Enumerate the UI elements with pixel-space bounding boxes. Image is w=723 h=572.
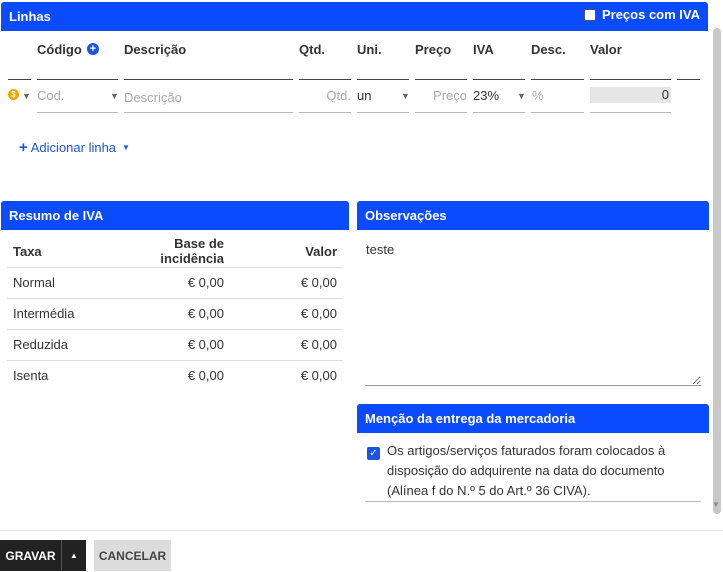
footer-bar: GRAVAR ▲ CANCELAR [0, 530, 723, 572]
input-underline [531, 112, 584, 113]
iva-chevron-down-icon[interactable]: ▼ [517, 91, 526, 101]
iva-summary-title: Resumo de IVA [9, 208, 104, 223]
line-type-coin-icon[interactable]: $ [8, 89, 19, 100]
observacoes-textarea[interactable] [365, 236, 701, 386]
qtd-input[interactable]: Qtd. [299, 88, 351, 103]
codigo-chevron-down-icon[interactable]: ▼ [110, 91, 119, 101]
codigo-input[interactable]: Cod. [37, 88, 64, 103]
precos-com-iva-label: Preços com IVA [601, 7, 700, 22]
precos-com-iva-checkbox[interactable] [583, 8, 596, 21]
plus-icon: + [19, 139, 28, 156]
iva-summary-table: Taxa Base de incidência Valor Normal € 0… [7, 236, 343, 391]
col-header-uni: Uni. [357, 42, 382, 57]
mencao-title: Menção da entrega da mercadoria [365, 411, 576, 426]
uni-select[interactable]: un [357, 88, 371, 103]
col-header-valor: Valor [590, 42, 622, 57]
input-underline [473, 112, 525, 113]
col-header-taxa: Taxa [7, 236, 102, 268]
taxa-cell: Reduzida [7, 329, 102, 361]
lines-panel-header: Linhas Preços com IVA [1, 2, 708, 31]
lines-panel-title: Linhas [9, 9, 51, 24]
input-underline [37, 112, 118, 113]
col-header-preco: Preço [415, 42, 452, 57]
header-underline [37, 79, 118, 80]
header-underline [124, 79, 293, 80]
col-header-iva: IVA [473, 42, 494, 57]
input-underline [124, 112, 293, 113]
cancelar-button[interactable]: CANCELAR [94, 540, 171, 571]
col-header-valor: Valor [230, 236, 343, 268]
base-cell: € 0,00 [102, 329, 230, 361]
header-underline [677, 79, 700, 80]
header-underline [531, 79, 584, 80]
caret-down-icon: ▼ [122, 143, 130, 152]
taxa-cell: Intermédia [7, 298, 102, 330]
table-row: Isenta € 0,00 € 0,00 [7, 360, 343, 391]
valor-cell: € 0,00 [300, 368, 337, 384]
base-cell: € 0,00 [102, 298, 230, 330]
descricao-input[interactable]: Descrição [124, 90, 182, 105]
scrollbar-thumb[interactable] [713, 28, 721, 514]
input-underline [299, 112, 351, 113]
col-header-descricao: Descrição [124, 42, 187, 57]
add-line-label: Adicionar linha [30, 140, 117, 155]
uni-chevron-down-icon[interactable]: ▼ [401, 91, 410, 101]
table-row: Intermédia € 0,00 € 0,00 [7, 298, 343, 330]
iva-select[interactable]: 23% [473, 88, 499, 103]
taxa-cell: Isenta [13, 368, 49, 384]
input-underline [357, 112, 409, 113]
add-line-button[interactable]: + Adicionar linha ▼ [19, 139, 130, 156]
table-row: Normal € 0,00 € 0,00 [7, 267, 343, 299]
col-header-codigo: Código [37, 42, 82, 57]
base-cell: € 0,00 [187, 368, 224, 384]
table-row: Reduzida € 0,00 € 0,00 [7, 329, 343, 361]
header-underline [590, 79, 671, 80]
mencao-underline [365, 501, 701, 502]
line-type-chevron-down-icon[interactable]: ▼ [22, 91, 31, 101]
preco-input[interactable]: Preço [415, 88, 467, 103]
precos-com-iva-toggle[interactable]: Preços com IVA [583, 7, 700, 22]
mencao-checkbox[interactable]: ✓ [367, 447, 380, 460]
add-product-icon[interactable]: + [87, 43, 99, 55]
header-underline [415, 79, 467, 80]
iva-summary-header: Resumo de IVA [1, 201, 349, 230]
input-underline [415, 112, 467, 113]
taxa-cell: Normal [7, 267, 102, 299]
gravar-options-caret-up-icon[interactable]: ▲ [61, 540, 86, 571]
table-header-row: Taxa Base de incidência Valor [7, 236, 343, 268]
mencao-header: Menção da entrega da mercadoria [357, 404, 709, 433]
col-header-desc: Desc. [531, 42, 566, 57]
col-header-base: Base de incidência [102, 236, 230, 268]
header-underline [473, 79, 525, 80]
valor-field: 0 [590, 87, 671, 103]
input-underline [590, 112, 671, 113]
header-underline [299, 79, 351, 80]
observacoes-title: Observações [365, 208, 447, 223]
mencao-text: Os artigos/serviços faturados foram colo… [387, 443, 666, 498]
header-underline [357, 79, 409, 80]
valor-cell: € 0,00 [230, 329, 343, 361]
col-header-qtd: Qtd. [299, 42, 325, 57]
header-underline [8, 79, 31, 80]
valor-cell: € 0,00 [230, 267, 343, 299]
valor-cell: € 0,00 [230, 298, 343, 330]
scroll-down-arrow-icon[interactable]: ▼ [712, 500, 720, 509]
base-cell: € 0,00 [102, 267, 230, 299]
scrollbar[interactable] [711, 20, 723, 514]
gravar-button[interactable]: GRAVAR [0, 540, 61, 571]
desc-input[interactable]: % [532, 88, 544, 103]
observacoes-header: Observações [357, 201, 709, 230]
